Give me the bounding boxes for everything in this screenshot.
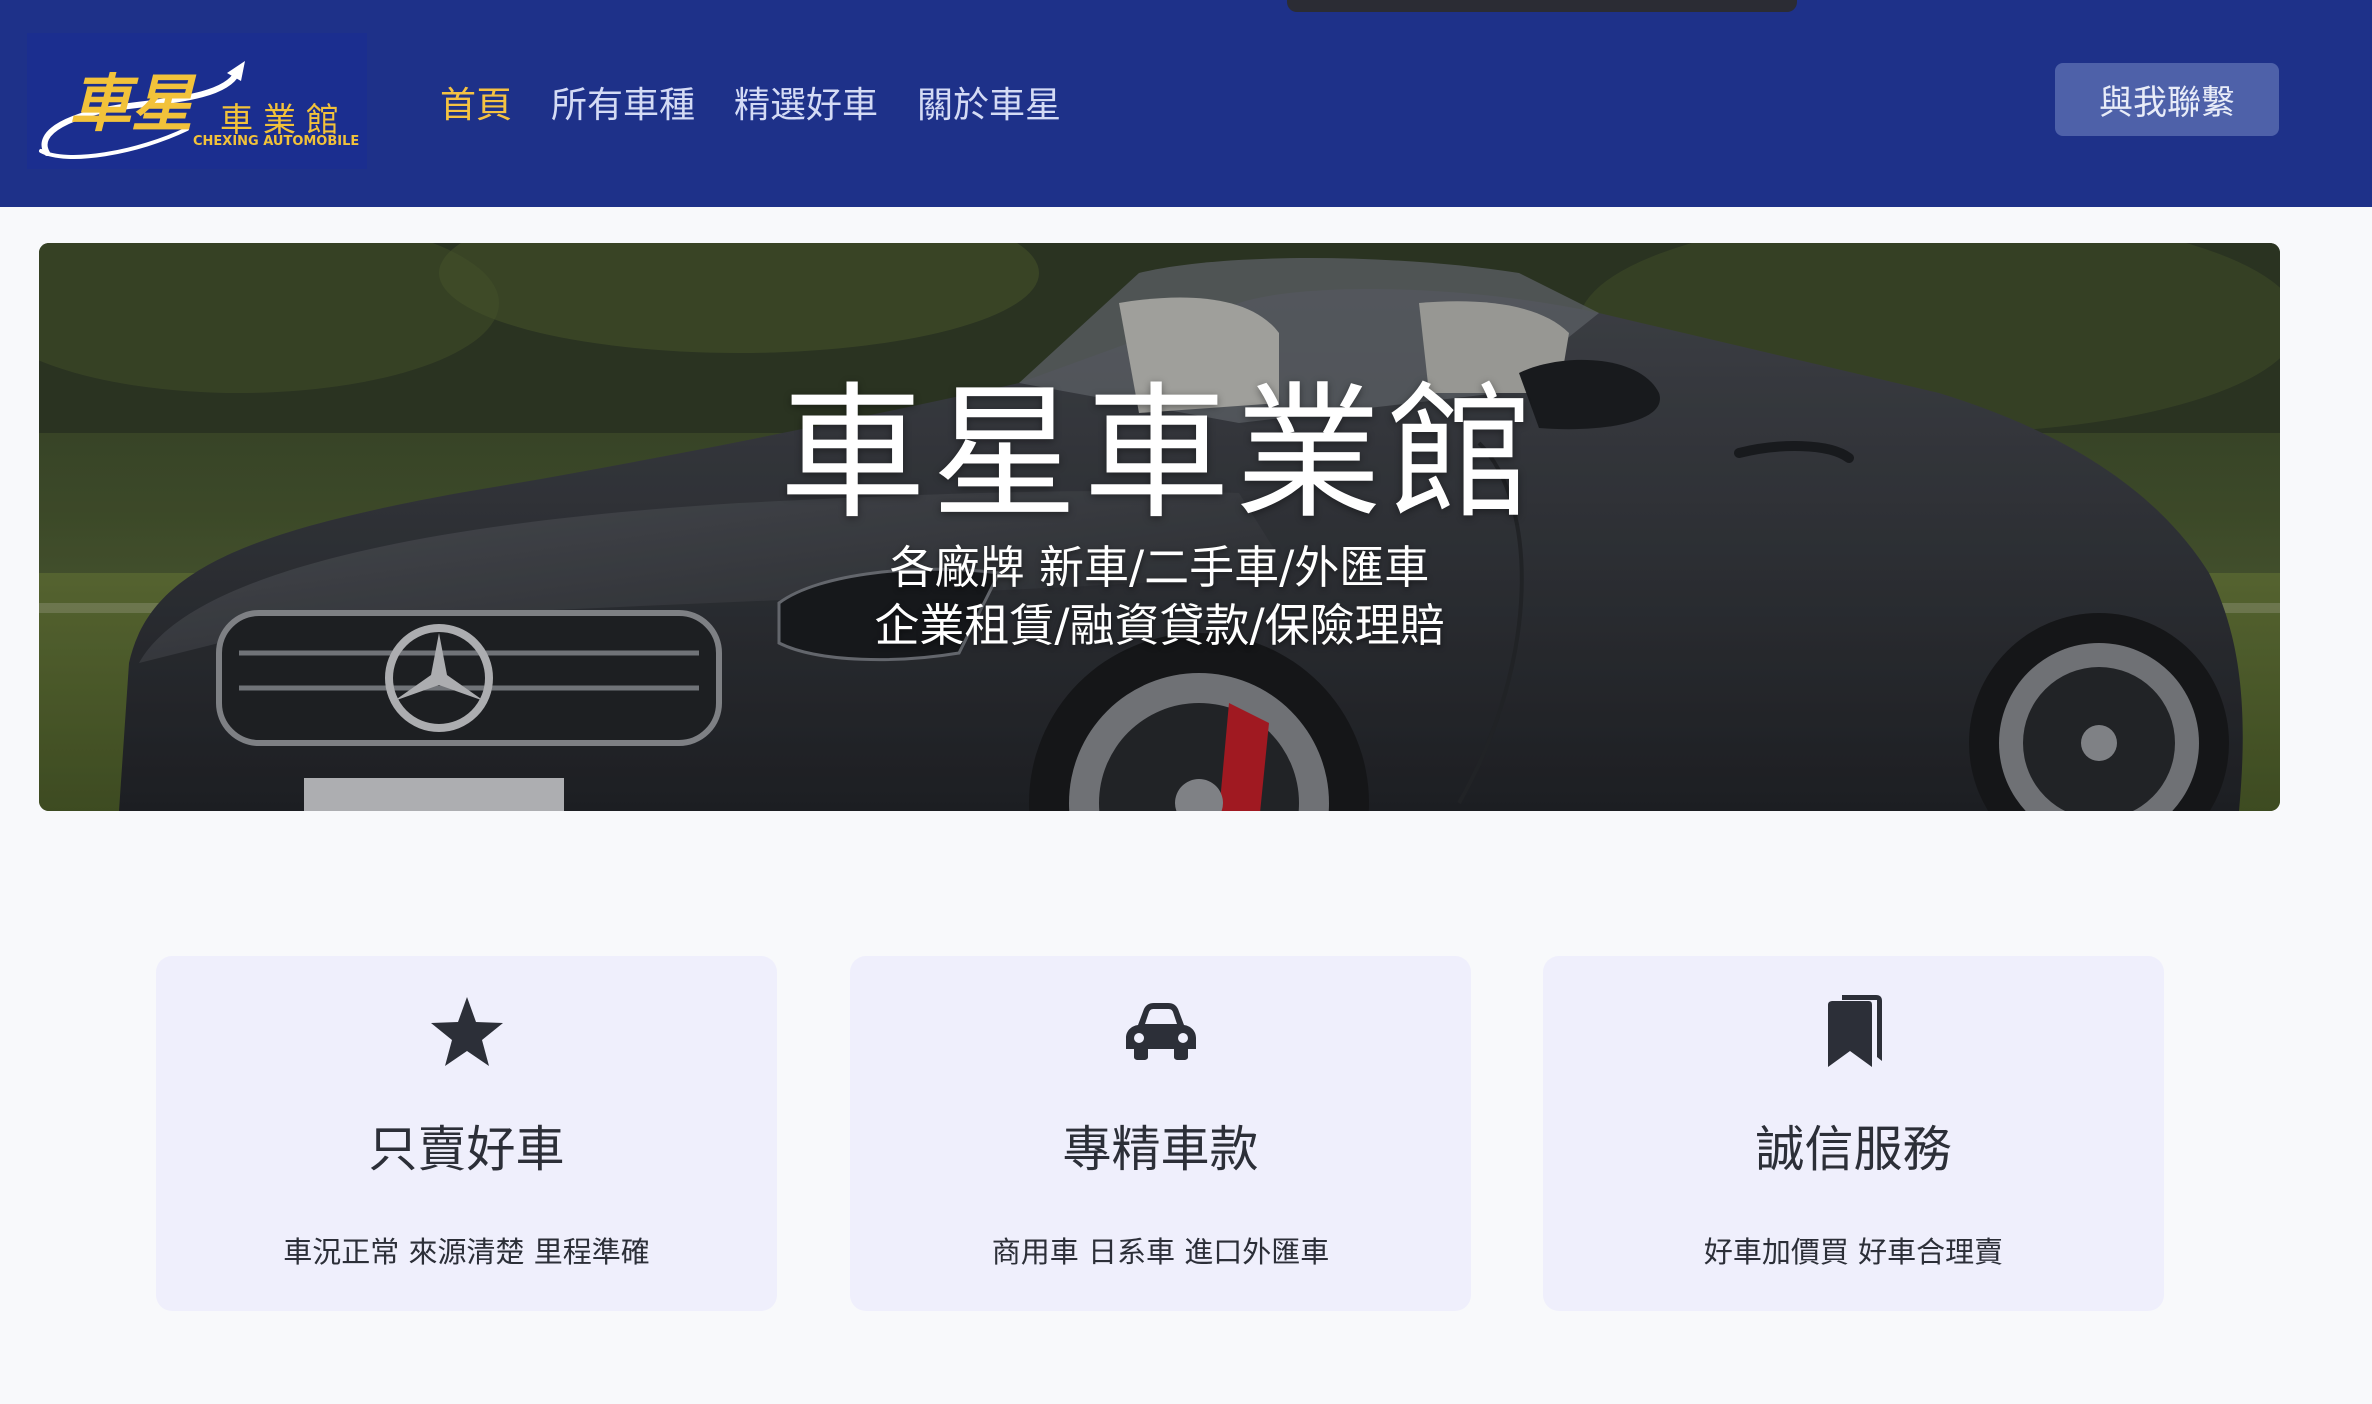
navbar: 車星 車業館 CHEXING AUTOMOBILE 首頁 所有車種 精選好車 關… (0, 0, 2372, 207)
nav-item-home[interactable]: 首頁 (440, 76, 512, 128)
feature-title: 專精車款 (1062, 1121, 1259, 1178)
feature-text: 車況正常 來源清楚 里程準確 (283, 1235, 650, 1269)
logo-subtitle: CHEXING AUTOMOBILE (193, 134, 360, 149)
main-nav: 首頁 所有車種 精選好車 關於車星 (440, 74, 1061, 130)
brand-logo[interactable]: 車星 車業館 CHEXING AUTOMOBILE (27, 33, 367, 169)
hero-subtitle-line2: 企業租賃/融資貸款/保險理賠 (874, 599, 1445, 652)
car-icon (850, 993, 1471, 1069)
feature-text: 商用車 日系車 進口外匯車 (991, 1235, 1330, 1269)
feature-title: 誠信服務 (1755, 1121, 1952, 1178)
nav-item-all-models[interactable]: 所有車種 (551, 76, 695, 128)
star-icon (156, 993, 777, 1069)
hero-banner: 車星車業館 各廠牌 新車/二手車/外匯車 企業租賃/融資貸款/保險理賠 (39, 243, 2280, 811)
feature-text: 好車加價買 好車合理賣 (1703, 1235, 2004, 1269)
contact-button[interactable]: 與我聯繫 (2055, 63, 2279, 136)
hero-subtitle-line1: 各廠牌 新車/二手車/外匯車 (889, 541, 1430, 594)
nav-item-about[interactable]: 關於車星 (917, 76, 1061, 128)
logo-glyph: 車星 (69, 67, 197, 140)
feature-card-models: 專精車款 商用車 日系車 進口外匯車 (850, 956, 1471, 1311)
feature-title: 只賣好車 (368, 1121, 565, 1178)
hero-title: 車星車業館 (779, 369, 1540, 539)
feature-card-service: 誠信服務 好車加價買 好車合理賣 (1543, 956, 2164, 1311)
nav-item-featured[interactable]: 精選好車 (734, 76, 878, 128)
feature-card-good-cars: 只賣好車 車況正常 來源清楚 里程準確 (156, 956, 777, 1311)
bookmarks-icon (1543, 993, 2164, 1069)
window-notch (1287, 0, 1797, 12)
